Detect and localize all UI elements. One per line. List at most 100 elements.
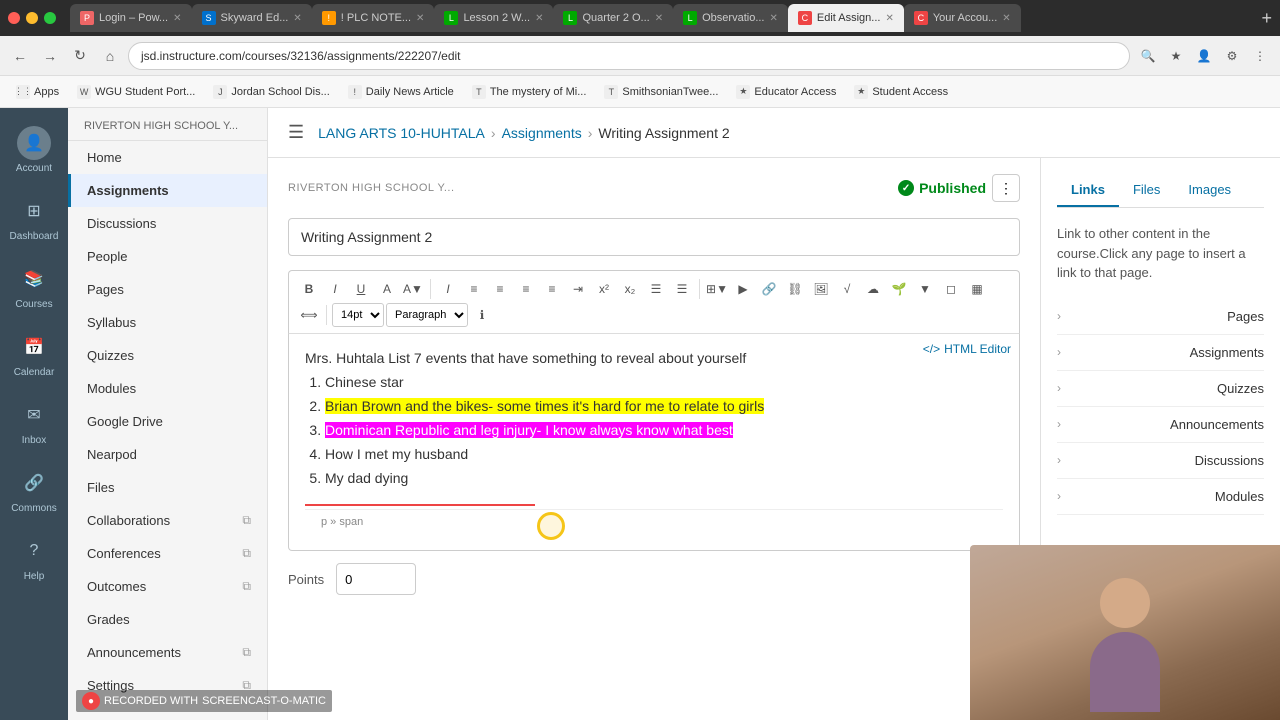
home-button[interactable]: ⌂ bbox=[98, 44, 122, 68]
course-nav-discussions[interactable]: Discussions bbox=[68, 207, 267, 240]
breadcrumb-course[interactable]: LANG ARTS 10-HUHTALA bbox=[318, 125, 485, 141]
right-tab-links[interactable]: Links bbox=[1057, 174, 1119, 207]
font-size-select[interactable]: 14pt bbox=[332, 303, 384, 327]
course-nav-people[interactable]: People bbox=[68, 240, 267, 273]
italic2-button[interactable]: I bbox=[436, 277, 460, 301]
bold-button[interactable]: B bbox=[297, 277, 321, 301]
align-right-button[interactable]: ≡ bbox=[514, 277, 538, 301]
align-center-button[interactable]: ≡ bbox=[488, 277, 512, 301]
bookmark-wgu-student-port...[interactable]: WWGU Student Port... bbox=[69, 82, 203, 102]
unordered-list-button[interactable]: ☰ bbox=[644, 277, 668, 301]
close-button[interactable] bbox=[8, 12, 20, 24]
bookmark-daily-news-article[interactable]: !Daily News Article bbox=[340, 82, 462, 102]
unlink-button[interactable]: ⛓ bbox=[783, 277, 807, 301]
indent-button[interactable]: ⇥ bbox=[566, 277, 590, 301]
link-button[interactable]: 🔗 bbox=[757, 277, 781, 301]
bookmark-student-access[interactable]: ★Student Access bbox=[846, 82, 956, 102]
bookmark-icon[interactable]: ★ bbox=[1164, 44, 1188, 68]
bookmark-educator-access[interactable]: ★Educator Access bbox=[728, 82, 844, 102]
media-button[interactable]: ▶ bbox=[731, 277, 755, 301]
bookmark-jordan-school-dis...[interactable]: JJordan School Dis... bbox=[205, 82, 337, 102]
embed-button[interactable]: ◻ bbox=[939, 277, 963, 301]
nav-item-courses[interactable]: 📚Courses bbox=[0, 252, 68, 320]
course-nav-pages[interactable]: Pages bbox=[68, 273, 267, 306]
right-tab-images[interactable]: Images bbox=[1174, 174, 1245, 207]
course-nav-files[interactable]: Files bbox=[68, 471, 267, 504]
align-left-button[interactable]: ≡ bbox=[462, 277, 486, 301]
right-panel-item-modules[interactable]: ›Modules bbox=[1057, 479, 1264, 515]
search-icon[interactable]: 🔍 bbox=[1136, 44, 1160, 68]
course-nav-home[interactable]: Home bbox=[68, 141, 267, 174]
lti-button[interactable]: ▦ bbox=[965, 277, 989, 301]
profile-icon[interactable]: 👤 bbox=[1192, 44, 1216, 68]
course-nav-conferences[interactable]: Conferences⧉ bbox=[68, 537, 267, 570]
course-nav-outcomes[interactable]: Outcomes⧉ bbox=[68, 570, 267, 603]
table-button[interactable]: ⊞▼ bbox=[705, 277, 729, 301]
course-nav-nearpod[interactable]: Nearpod bbox=[68, 438, 267, 471]
right-panel-item-pages[interactable]: ›Pages bbox=[1057, 299, 1264, 335]
browser-tab-t1[interactable]: PLogin – Pow...✕ bbox=[70, 4, 192, 32]
nav-item-calendar[interactable]: 📅Calendar bbox=[0, 320, 68, 388]
text-dir-button[interactable]: ⟺ bbox=[297, 303, 321, 327]
formula-button[interactable]: √ bbox=[835, 277, 859, 301]
extensions-icon[interactable]: ⚙ bbox=[1220, 44, 1244, 68]
browser-tab-t2[interactable]: SSkyward Ed...✕ bbox=[192, 4, 312, 32]
right-panel-item-assignments[interactable]: ›Assignments bbox=[1057, 335, 1264, 371]
minimize-button[interactable] bbox=[26, 12, 38, 24]
forward-button[interactable]: → bbox=[38, 44, 62, 68]
course-nav-modules[interactable]: Modules bbox=[68, 372, 267, 405]
assignment-title-input[interactable] bbox=[288, 218, 1020, 256]
course-nav-announcements[interactable]: Announcements⧉ bbox=[68, 636, 267, 669]
nav-item-account[interactable]: 👤Account bbox=[0, 116, 68, 184]
browser-tab-t3[interactable]: !! PLC NOTE...✕ bbox=[312, 4, 435, 32]
menu-icon[interactable]: ⋮ bbox=[1248, 44, 1272, 68]
subscript-button[interactable]: x₂ bbox=[618, 277, 642, 301]
superscript-button[interactable]: x² bbox=[592, 277, 616, 301]
maximize-button[interactable] bbox=[44, 12, 56, 24]
browser-tab-t6[interactable]: LObservatio...✕ bbox=[673, 4, 788, 32]
breadcrumb-section[interactable]: Assignments bbox=[502, 125, 582, 141]
hamburger-button[interactable]: ☰ bbox=[288, 122, 304, 143]
right-panel-item-announcements[interactable]: ›Announcements bbox=[1057, 407, 1264, 443]
italic-button[interactable]: I bbox=[323, 277, 347, 301]
bookmark-smithsoniantwee...[interactable]: TSmithsonianTwee... bbox=[596, 82, 726, 102]
course-nav-quizzes[interactable]: Quizzes bbox=[68, 339, 267, 372]
ordered-list-button[interactable]: ☰ bbox=[670, 277, 694, 301]
browser-tab-t7[interactable]: CEdit Assign...✕ bbox=[788, 4, 904, 32]
new-tab-button[interactable]: + bbox=[1261, 8, 1272, 29]
bookmark-the-mystery-of-mi...[interactable]: TThe mystery of Mi... bbox=[464, 82, 595, 102]
reload-button[interactable]: ↻ bbox=[68, 44, 92, 68]
nav-item-dashboard[interactable]: ⊞Dashboard bbox=[0, 184, 68, 252]
image-button[interactable]: 🖼 bbox=[809, 277, 833, 301]
right-panel-item-discussions[interactable]: ›Discussions bbox=[1057, 443, 1264, 479]
help-button[interactable]: ℹ bbox=[470, 303, 494, 327]
cloud-button[interactable]: ☁ bbox=[861, 277, 885, 301]
course-nav-syllabus[interactable]: Syllabus bbox=[68, 306, 267, 339]
underline-button[interactable]: U bbox=[349, 277, 373, 301]
options-button[interactable]: ⋮ bbox=[992, 174, 1020, 202]
course-nav-grades[interactable]: Grades bbox=[68, 603, 267, 636]
align-justify-button[interactable]: ≡ bbox=[540, 277, 564, 301]
highlight-button[interactable]: A▼ bbox=[401, 277, 425, 301]
course-nav-google-drive[interactable]: Google Drive bbox=[68, 405, 267, 438]
paragraph-select[interactable]: Paragraph bbox=[386, 303, 468, 327]
tree-button[interactable]: 🌱 bbox=[887, 277, 911, 301]
html-editor-button[interactable]: </> HTML Editor bbox=[923, 342, 1011, 356]
address-bar[interactable]: jsd.instructure.com/courses/32136/assign… bbox=[128, 42, 1130, 70]
right-panel-item-quizzes[interactable]: ›Quizzes bbox=[1057, 371, 1264, 407]
nav-item-commons[interactable]: 🔗Commons bbox=[0, 456, 68, 524]
bookmark-apps[interactable]: ⋮⋮Apps bbox=[8, 82, 67, 102]
font-color-button[interactable]: A bbox=[375, 277, 399, 301]
course-nav-assignments[interactable]: Assignments bbox=[68, 174, 267, 207]
editor-body[interactable]: </> HTML Editor Mrs. Huhtala List 7 even… bbox=[288, 334, 1020, 551]
nav-item-inbox[interactable]: ✉Inbox bbox=[0, 388, 68, 456]
browser-tab-t5[interactable]: LQuarter 2 O...✕ bbox=[553, 4, 673, 32]
right-tab-files[interactable]: Files bbox=[1119, 174, 1174, 207]
points-input[interactable] bbox=[336, 563, 416, 595]
course-nav-collaborations[interactable]: Collaborations⧉ bbox=[68, 504, 267, 537]
nav-item-help[interactable]: ?Help bbox=[0, 524, 68, 592]
browser-tab-t8[interactable]: CYour Accou...✕ bbox=[904, 4, 1021, 32]
dropdown-button[interactable]: ▼ bbox=[913, 277, 937, 301]
back-button[interactable]: ← bbox=[8, 44, 32, 68]
browser-tab-t4[interactable]: LLesson 2 W...✕ bbox=[434, 4, 553, 32]
